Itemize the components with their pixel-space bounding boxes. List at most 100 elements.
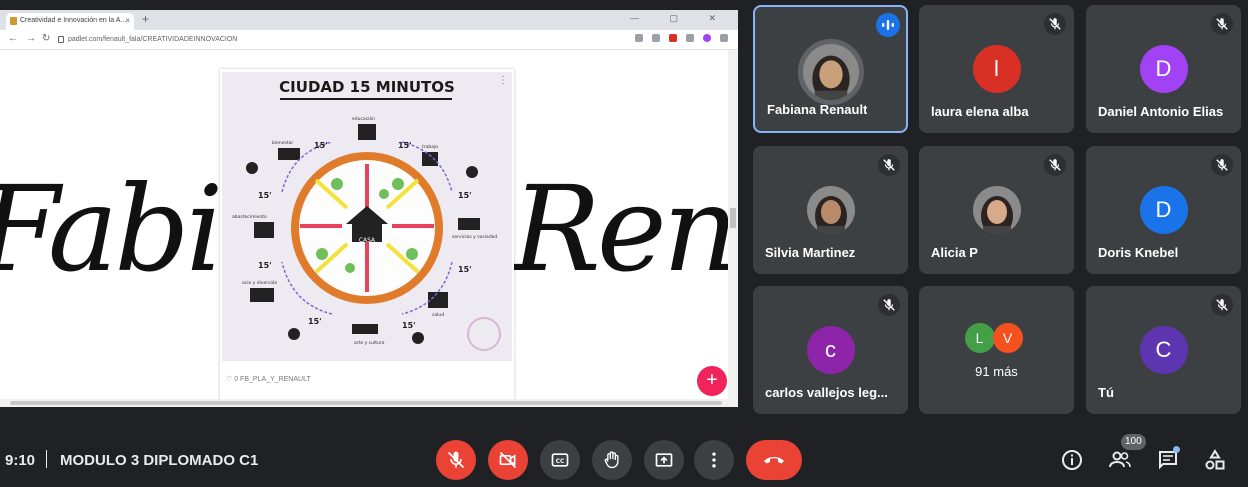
puzzle-icon[interactable] (686, 34, 694, 42)
present-icon (655, 453, 673, 467)
divider (46, 450, 47, 468)
poster-minutes-label: 15' (458, 265, 472, 274)
poster-label: trabajo (422, 144, 438, 150)
scrollbar-thumb[interactable] (730, 208, 736, 228)
avatar-photo (972, 186, 1021, 234)
profile-avatar-icon[interactable] (703, 34, 711, 42)
participant-tile[interactable]: C Tú (1086, 286, 1241, 414)
window-controls-icon[interactable]: — ▢ ✕ (630, 13, 730, 24)
more-options-button[interactable] (694, 440, 734, 480)
participant-name: laura elena alba (931, 104, 1029, 119)
background-script-right: Renau (512, 160, 738, 298)
back-arrow-icon[interactable]: ← (8, 33, 18, 44)
vertical-scrollbar[interactable] (728, 50, 738, 407)
people-count-badge: 100 (1121, 434, 1146, 450)
poster-minutes-label: 15' (458, 191, 472, 200)
lock-icon (58, 36, 64, 43)
participant-tile[interactable]: D Doris Knebel (1086, 146, 1241, 274)
browser-address-bar: ← → ↻ padlet.com/fenault_fala/CREATIVIDA… (0, 30, 738, 50)
poster-minutes-label: 15' (398, 141, 412, 150)
pdf-extension-icon[interactable] (669, 34, 677, 42)
poster-minutes-label: 15' (308, 317, 322, 326)
horizontal-scrollbar[interactable] (0, 399, 728, 407)
mic-off-icon (1044, 13, 1066, 35)
poster-label: educación (352, 115, 375, 122)
add-post-button[interactable]: + (697, 366, 727, 396)
poster-label: arte y cultura (354, 340, 385, 346)
avatar: c (806, 326, 855, 374)
participant-tile[interactable]: Silvia Martinez (753, 146, 908, 274)
card-menu-icon[interactable]: ⋮ (498, 75, 508, 86)
browser-tab-bar: Creatividad e Innovación en la A... × + … (0, 10, 738, 30)
participant-tile[interactable]: D Daniel Antonio Elias (1086, 5, 1241, 133)
participant-name: Silvia Martinez (765, 245, 856, 260)
mic-off-icon (878, 154, 900, 176)
more-participants-tile[interactable]: L V 91 más (919, 286, 1074, 414)
url-field[interactable]: padlet.com/fenault_fala/CREATIVIDADEINNO… (58, 33, 658, 47)
people-button[interactable] (1108, 448, 1132, 472)
shared-screen: Creatividad e Innovación en la A... × + … (0, 10, 738, 407)
forward-arrow-icon[interactable]: → (26, 33, 36, 44)
avatar: V (992, 323, 1023, 353)
poster-label: servicios y sociedad (452, 234, 497, 240)
padlet-post-card[interactable]: CIUDAD 15 MINUTOS CASA 15' 15' 15' 15' 1… (220, 69, 514, 406)
bottom-bar: 9:10 MODULO 3 DIPLOMADO C1 CC (0, 430, 1248, 487)
captions-icon: CC (551, 453, 569, 467)
card-footer: ♡ 0 FB_PLA_Y_RENAULT (226, 376, 311, 383)
speaking-indicator-icon (876, 13, 900, 37)
city-15-minutes-illustration: CASA 15' 15' 15' 15' 15' 15' 15' 15' edu… (232, 115, 501, 351)
avatar: C (1139, 326, 1188, 374)
present-button[interactable] (644, 440, 684, 480)
participant-tile[interactable]: Fabiana Renault (753, 5, 908, 133)
chat-notification-dot (1173, 446, 1180, 453)
leave-call-button[interactable] (746, 440, 802, 480)
avatar: L (964, 323, 995, 353)
mic-off-icon (1211, 154, 1233, 176)
shapes-icon (1205, 449, 1225, 470)
people-icon (1109, 451, 1131, 468)
poster-minutes-label: 15' (258, 261, 272, 270)
raise-hand-button[interactable] (592, 440, 632, 480)
microphone-off-button[interactable] (436, 440, 476, 480)
participant-name: Fabiana Renault (767, 102, 868, 117)
avatar: l (972, 45, 1021, 93)
participant-tile[interactable]: l laura elena alba (919, 5, 1074, 133)
reload-icon[interactable]: ↻ (42, 33, 50, 44)
scrollbar-thumb[interactable] (10, 401, 722, 405)
new-tab-button[interactable]: + (142, 12, 149, 26)
avatar: D (1139, 186, 1188, 234)
menu-dots-icon[interactable] (720, 34, 728, 42)
mic-off-icon (1211, 13, 1233, 35)
participant-tile[interactable]: Alicia P (919, 146, 1074, 274)
participant-name: Doris Knebel (1098, 245, 1179, 260)
poster-minutes-label: 15' (258, 191, 272, 200)
poster-label: salud (432, 312, 444, 318)
stacked-avatars: LV (964, 323, 1029, 355)
captions-button[interactable]: CC (540, 440, 580, 480)
poster-label: abastecimiento (232, 214, 267, 220)
browser-tab[interactable]: Creatividad e Innovación en la A... × (6, 13, 134, 30)
camera-off-icon (499, 451, 517, 469)
participant-tile[interactable]: c carlos vallejos leg... (753, 286, 908, 414)
tab-close-icon[interactable]: × (125, 16, 130, 25)
mic-off-icon (1044, 154, 1066, 176)
more-participants-label: 91 más (975, 364, 1018, 379)
avatar-photo (797, 39, 864, 105)
meet-window: Creatividad e Innovación en la A... × + … (0, 0, 1248, 487)
meeting-time: 9:10 (5, 452, 36, 469)
meeting-details-button[interactable] (1060, 448, 1084, 472)
camera-off-button[interactable] (488, 440, 528, 480)
activities-button[interactable] (1203, 448, 1227, 472)
mic-off-icon (1211, 294, 1233, 316)
padlet-favicon-icon (10, 17, 17, 25)
end-call-icon (764, 457, 784, 464)
extension-icons (635, 34, 728, 42)
participant-name: Tú (1098, 385, 1114, 400)
browser-tab-title: Creatividad e Innovación en la A... (20, 17, 127, 24)
star-icon[interactable] (652, 34, 660, 42)
url-text: padlet.com/fenault_fala/CREATIVIDADEINNO… (68, 36, 238, 43)
key-icon[interactable] (635, 34, 643, 42)
svg-text:CC: CC (556, 459, 565, 465)
avatar: D (1139, 45, 1188, 93)
hand-icon (604, 451, 619, 469)
